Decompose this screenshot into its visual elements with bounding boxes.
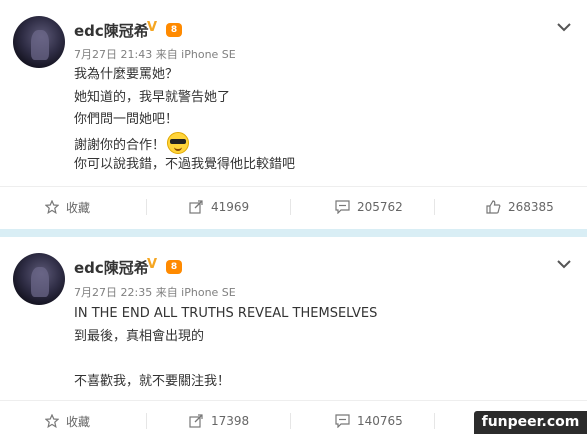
avatar[interactable] [13,16,65,68]
action-bar: 收藏 41969 205762 268385 [0,187,587,227]
username[interactable]: edc陳冠希 [74,20,149,41]
repost-button[interactable]: 17398 [189,401,249,441]
avatar[interactable] [13,253,65,305]
comment-button[interactable]: 140765 [335,401,403,441]
repost-icon [189,414,203,428]
repost-icon [189,200,203,214]
action-separator [146,413,147,429]
text-line: 我為什麼要罵她？ [74,67,179,82]
repost-count: 17398 [211,414,250,428]
text-line [74,348,377,371]
comment-count: 205762 [357,200,403,214]
comment-icon [335,414,350,428]
repost-button[interactable]: 41969 [189,187,249,227]
comment-count: 140765 [357,414,403,428]
action-separator [434,413,435,429]
chevron-down-icon[interactable] [557,22,571,32]
comment-button[interactable]: 205762 [335,187,403,227]
favorite-label: 收藏 [66,414,91,429]
post-meta[interactable]: 7月27日 21:43 来自 iPhone SE [74,46,236,62]
text-line: 你可以說我錯，不過我覺得他比較錯吧 [74,157,296,172]
verified-icon: V [147,257,158,272]
text-line: 謝謝你的合作！ [74,137,166,153]
site-watermark: funpeer.com [474,411,587,434]
text-line: 她知道的，我早就警告她了 [74,89,231,105]
like-count: 268385 [508,200,554,214]
action-separator [146,199,147,215]
cool-sunglasses-emoji-icon [167,131,190,154]
action-separator [290,199,291,215]
text-line: IN THE END ALL TRUTHS REVEAL THEMSELVES [74,306,378,321]
favorite-button[interactable]: 收藏 [45,187,90,227]
star-icon [45,414,59,428]
username[interactable]: edc陳冠希 [74,257,149,278]
weibo-post-1: edc陳冠希 V 8 7月27日 21:43 来自 iPhone SE 我為什麼… [0,0,587,229]
text-line: 你們問一問她吧！ [74,112,179,127]
action-separator [434,199,435,215]
post-separator [0,229,587,237]
action-separator [290,413,291,429]
text-line: 不喜歡我，就不要關注我！ [74,373,231,389]
comment-icon [335,200,350,214]
favorite-button[interactable]: 收藏 [45,401,90,441]
post-meta[interactable]: 7月27日 22:35 来自 iPhone SE [74,284,236,300]
like-button[interactable]: 268385 [486,187,554,227]
text-line: 到最後，真相會出現的 [74,328,205,344]
level-badge-icon: 8 [166,23,182,37]
thumbs-up-icon [486,200,501,214]
weibo-post-2: edc陳冠希 V 8 7月27日 22:35 来自 iPhone SE IN T… [0,237,587,434]
chevron-down-icon[interactable] [557,259,571,269]
level-badge-icon: 8 [166,260,182,274]
star-icon [45,200,59,214]
favorite-label: 收藏 [66,200,91,215]
verified-icon: V [147,20,158,35]
repost-count: 41969 [211,200,250,214]
post-text: IN THE END ALL TRUTHS REVEAL THEMSELVES … [74,303,377,393]
post-text: 我為什麼要罵她？ 她知道的，我早就警告她了 你們問一問她吧！ 謝謝你的合作！ 你… [74,64,295,177]
